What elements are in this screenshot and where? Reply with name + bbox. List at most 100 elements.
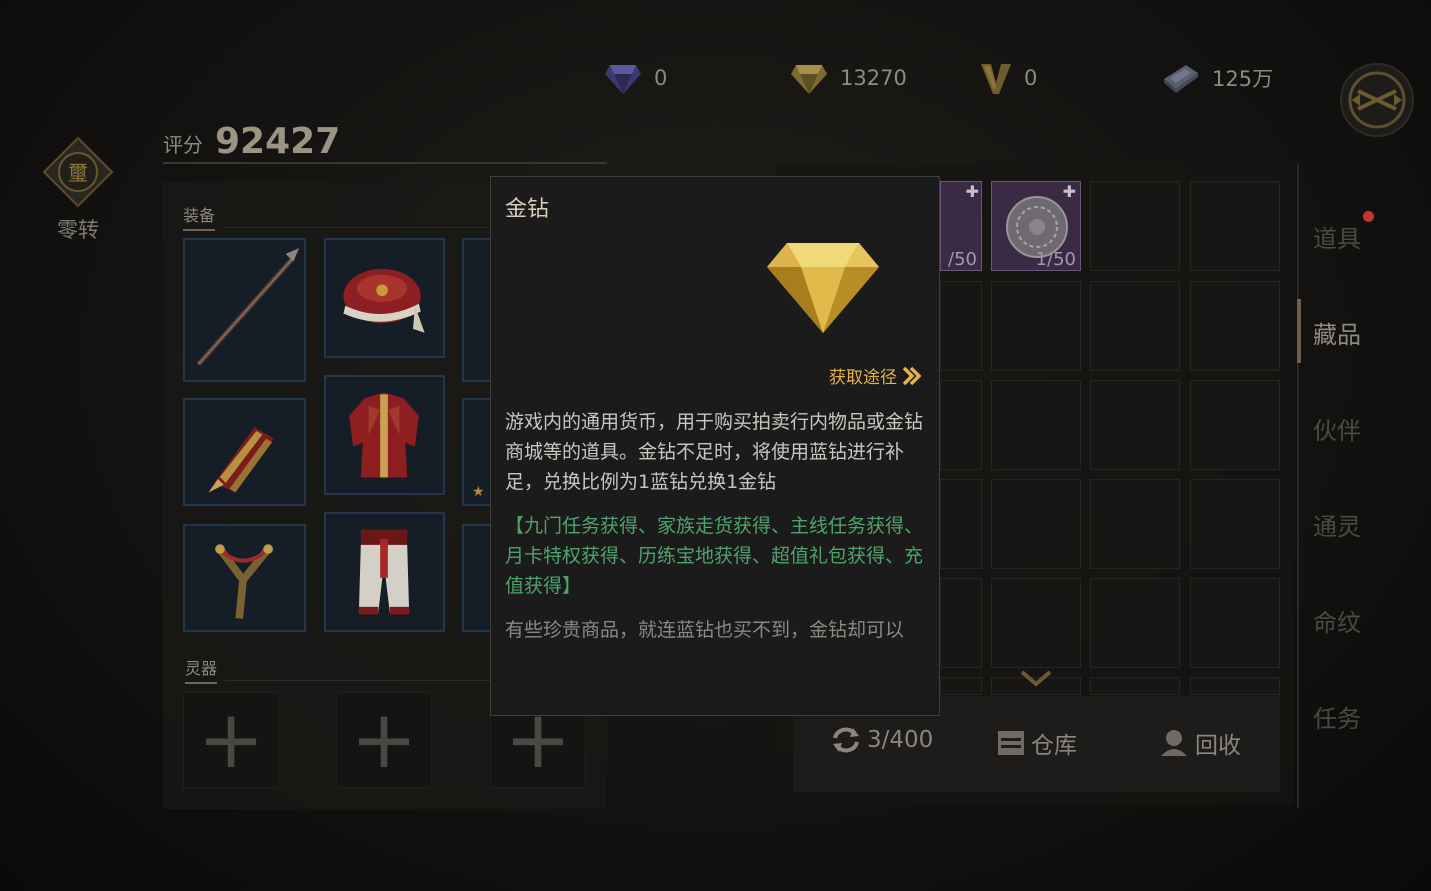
rebirth-emblem-icon: 璽 [42,136,114,208]
currency-silver: 125万 [1160,58,1273,98]
inventory-slot[interactable] [1090,578,1180,668]
item-count: /50 [948,249,977,270]
warehouse-button[interactable]: 仓库 [997,726,1077,760]
tab-partners[interactable]: 伙伴 [1313,411,1361,446]
score-bar: 评分 92427 [163,120,607,164]
equip-slot-pants[interactable] [324,512,445,632]
tab-collection[interactable]: 藏品 [1313,315,1361,350]
inventory-slot[interactable] [1090,380,1180,470]
currency-blue-diamond: 0 [604,58,667,98]
inventory-slot[interactable] [1090,181,1180,271]
gold-diamond-icon [767,243,879,333]
refresh-icon [833,727,859,753]
tab-items[interactable]: 道具 [1313,219,1361,254]
warehouse-label: 仓库 [1031,733,1077,759]
exchange-icon [1340,63,1414,137]
inventory-slot[interactable] [991,380,1081,470]
equip-slot-3[interactable] [462,238,492,382]
inventory-slot[interactable] [1190,281,1280,371]
inventory-item-medallion[interactable]: ✚ 1/50 [991,181,1081,271]
tooltip-flavor: 有些珍贵商品，就连蓝钻也买不到，金钻却可以 [505,619,905,641]
tab-spirit[interactable]: 通灵 [1313,507,1361,542]
currency-v-point: 0 [980,58,1037,98]
score-value: 92427 [215,121,341,162]
score-label: 评分 [163,133,203,157]
equip-slot-6[interactable]: ★ [462,398,492,506]
inventory-slot[interactable] [1090,479,1180,569]
rebirth-glyph: 璽 [68,161,88,185]
inventory-item-bowl[interactable]: ✚ /50 [940,181,982,271]
active-tab-indicator [1297,299,1301,363]
item-tooltip: 金钻 获取途径 游戏内的通用货币，用于购买拍卖行内物品或金钻商城等的道具。金钻不… [490,176,940,716]
exchange-button[interactable] [1338,61,1416,139]
hat-icon [343,269,425,333]
rebirth-button[interactable]: 璽 零转 [40,136,116,244]
slingshot-icon [215,544,273,619]
spirit-section-title: 灵器 [185,655,218,684]
side-tabs: 道具 藏品 伙伴 通灵 命纹 任务 [1297,163,1431,808]
item-count: 1/50 [1035,249,1076,270]
gold-diamond-value: 13270 [840,66,907,90]
tooltip-title: 金钻 [505,197,550,222]
equip-slot-armor[interactable] [324,375,445,495]
silver-ingot-icon [1164,65,1198,93]
currency-gold-diamond: 13270 [790,58,907,98]
warehouse-icon [998,731,1024,755]
spirit-title-text: 灵器 [185,655,218,684]
tooltip-description: 游戏内的通用货币，用于购买拍卖行内物品或金钻商城等的道具。金钻不足时，将使用蓝钻… [505,411,924,493]
recycle-button[interactable]: 回收 [1159,726,1241,760]
gold-diamond-icon [791,65,827,94]
recycle-icon [1161,730,1187,756]
inventory-slot[interactable] [1190,578,1280,668]
add-icon: + [350,693,418,786]
inventory-slot[interactable] [1090,281,1180,371]
capacity-text: 3/400 [867,727,934,753]
rebirth-label: 零转 [57,218,99,242]
inventory-slot[interactable] [940,479,982,569]
inventory-slot[interactable] [940,578,982,668]
tab-quests[interactable]: 任务 [1313,699,1361,734]
inventory-slot[interactable] [940,380,982,470]
inventory-slot[interactable] [1190,479,1280,569]
inventory-slot[interactable] [991,479,1081,569]
inventory-slot[interactable] [940,281,982,371]
add-icon: + [197,693,265,786]
tab-fate-pattern[interactable]: 命纹 [1313,603,1361,638]
double-chevron-right-icon [902,366,922,385]
inventory-slot[interactable] [1090,677,1180,695]
blue-diamond-value: 0 [654,66,668,90]
equip-slot-slingshot[interactable] [183,524,306,632]
pants-icon [358,529,410,615]
sort-button[interactable]: 3/400 [831,726,933,754]
equipment-section-title: 装备 [183,202,216,231]
v-point-value: 0 [1024,66,1038,90]
silver-value: 125万 [1212,67,1274,91]
recycle-label: 回收 [1195,733,1241,759]
bracer-icon [208,426,274,493]
spirit-slot-2[interactable]: + [336,692,432,788]
puzzle-icon: ✚ [1062,182,1076,201]
equipment-title-text: 装备 [183,202,216,231]
inventory-slot[interactable] [1190,380,1280,470]
notification-dot [1363,211,1374,222]
inventory-slot[interactable] [991,281,1081,371]
source-link[interactable]: 获取途径 [829,363,923,388]
equip-slot-9[interactable] [462,524,492,632]
blue-diamond-icon [605,65,641,94]
inventory-slot[interactable] [991,578,1081,668]
v-icon [981,64,1011,94]
source-link-label: 获取途径 [829,368,897,388]
robe-icon [349,392,419,478]
star-icon: ★ [472,484,485,500]
spear-icon [196,248,300,366]
puzzle-icon: ✚ [965,182,979,201]
equip-slot-weapon[interactable] [183,238,306,382]
spirit-slot-1[interactable]: + [183,692,279,788]
inventory-slot[interactable] [940,677,982,695]
scroll-down-icon[interactable] [1018,668,1054,690]
equip-slot-hat[interactable] [324,238,445,358]
tooltip-sources: 【九门任务获得、家族走货获得、主线任务获得、月卡特权获得、历练宝地获得、超值礼包… [505,515,924,597]
inventory-slot[interactable] [1190,181,1280,271]
equip-slot-bracer[interactable] [183,398,306,506]
inventory-slot[interactable] [1190,677,1280,695]
